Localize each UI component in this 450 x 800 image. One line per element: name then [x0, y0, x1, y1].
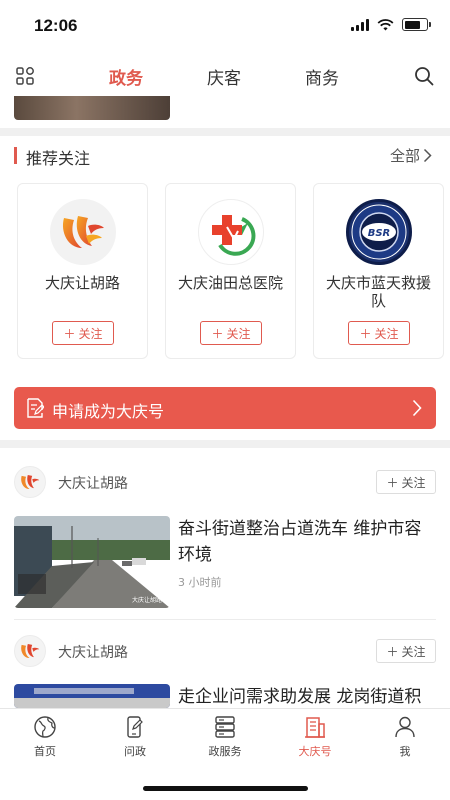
follow-label: 关注 — [401, 644, 426, 659]
news-title: 走企业问需求助发展 龙岗街道积 — [178, 687, 422, 707]
plus-icon: ＋ — [386, 644, 399, 659]
server-icon — [215, 716, 235, 738]
section-marker — [14, 147, 17, 164]
tab-label: 我 — [399, 745, 411, 758]
follow-button[interactable]: ＋关注 — [376, 639, 436, 663]
phone-pen-icon — [127, 716, 143, 738]
card-name: 大庆油田总医院 — [177, 274, 283, 292]
grid-menu-icon[interactable] — [16, 67, 34, 85]
card-name: 大庆让胡路 — [44, 274, 120, 292]
author-name[interactable]: 大庆让胡路 — [58, 642, 128, 662]
recommend-card[interactable]: 大庆让胡路 ＋关注 — [17, 183, 148, 359]
card-name: 大庆市蓝天救援队 — [325, 274, 431, 310]
feed-author-row: 大庆让胡路 ＋关注 — [14, 635, 436, 667]
plus-icon: ＋ — [386, 475, 399, 490]
follow-label: 关注 — [374, 326, 399, 341]
status-time: 12:06 — [34, 16, 78, 35]
globe-icon — [34, 716, 56, 738]
avatar[interactable] — [14, 466, 46, 498]
tab-label: 大庆号 — [298, 745, 332, 758]
hospital-cross-logo-icon — [198, 199, 264, 265]
recommend-card[interactable]: BSR 大庆市蓝天救援队 ＋关注 — [313, 183, 444, 359]
follow-button[interactable]: ＋关注 — [52, 321, 114, 345]
home-indicator — [143, 786, 308, 791]
tab-label: 问政 — [124, 745, 146, 758]
tab-home[interactable]: 首页 — [0, 715, 90, 759]
bsr-text: BSR — [368, 228, 391, 239]
battery-icon — [402, 18, 431, 31]
view-all-link[interactable]: 全部 — [390, 145, 432, 166]
tab-daqinghao[interactable]: 大庆号 — [270, 715, 360, 759]
tab-wenzheng[interactable]: 问政 — [90, 715, 180, 759]
person-icon — [395, 716, 415, 738]
tab-me[interactable]: 我 — [360, 715, 450, 759]
document-edit-icon — [27, 398, 44, 418]
author-name[interactable]: 大庆让胡路 — [58, 473, 128, 493]
chevron-right-icon — [412, 399, 422, 417]
plus-icon: ＋ — [63, 326, 76, 341]
tab-shangwu[interactable]: 商务 — [305, 64, 339, 89]
tab-zhengwu[interactable]: 政务 — [109, 64, 143, 89]
status-icons — [351, 18, 431, 31]
follow-label: 关注 — [401, 475, 426, 490]
apply-daqing-account-button[interactable]: 申请成为大庆号 — [14, 387, 436, 429]
news-time: 3 小时前 — [178, 576, 222, 589]
item-divider — [14, 619, 436, 620]
tab-label: 政服务 — [208, 745, 242, 758]
section-divider — [0, 440, 450, 448]
top-nav: 政务 庆客 商务 — [0, 56, 450, 96]
chevron-right-icon — [423, 148, 432, 163]
recommend-card[interactable]: 大庆油田总医院 ＋关注 — [165, 183, 296, 359]
bsr-logo-icon: BSR — [346, 199, 412, 265]
follow-label: 关注 — [226, 326, 251, 341]
search-icon[interactable] — [414, 66, 434, 86]
recommend-title: 推荐关注 — [26, 149, 91, 168]
avatar[interactable] — [14, 635, 46, 667]
news-thumbnail: 大庆让胡路 — [14, 516, 170, 608]
svg-text:大庆让胡路: 大庆让胡路 — [132, 596, 162, 604]
view-all-label: 全部 — [389, 147, 420, 165]
section-divider — [0, 128, 450, 136]
news-thumbnail — [14, 684, 170, 708]
follow-button[interactable]: ＋关注 — [348, 321, 410, 345]
signal-icon — [351, 18, 369, 31]
rhl-logo-icon — [50, 199, 116, 265]
apply-label: 申请成为大庆号 — [52, 402, 165, 421]
news-item[interactable]: 走企业问需求助发展 龙岗街道积 — [14, 684, 436, 708]
tab-zhengfuwu[interactable]: 政服务 — [180, 715, 270, 759]
building-icon — [305, 717, 325, 738]
follow-button[interactable]: ＋关注 — [376, 470, 436, 494]
status-bar: 12:06 — [0, 0, 450, 52]
wifi-icon — [377, 18, 394, 30]
tab-label: 首页 — [34, 745, 56, 758]
follow-label: 关注 — [78, 326, 103, 341]
news-title: 奋斗街道整治占道洗车 维护市容环境 — [178, 519, 422, 565]
scrolled-thumbnail[interactable] — [14, 96, 170, 120]
tab-qingke[interactable]: 庆客 — [207, 64, 241, 89]
recommend-header: 推荐关注 全部 — [0, 144, 450, 168]
plus-icon: ＋ — [211, 326, 224, 341]
feed-author-row: 大庆让胡路 ＋关注 — [14, 466, 436, 498]
follow-button[interactable]: ＋关注 — [200, 321, 262, 345]
plus-icon: ＋ — [359, 326, 372, 341]
